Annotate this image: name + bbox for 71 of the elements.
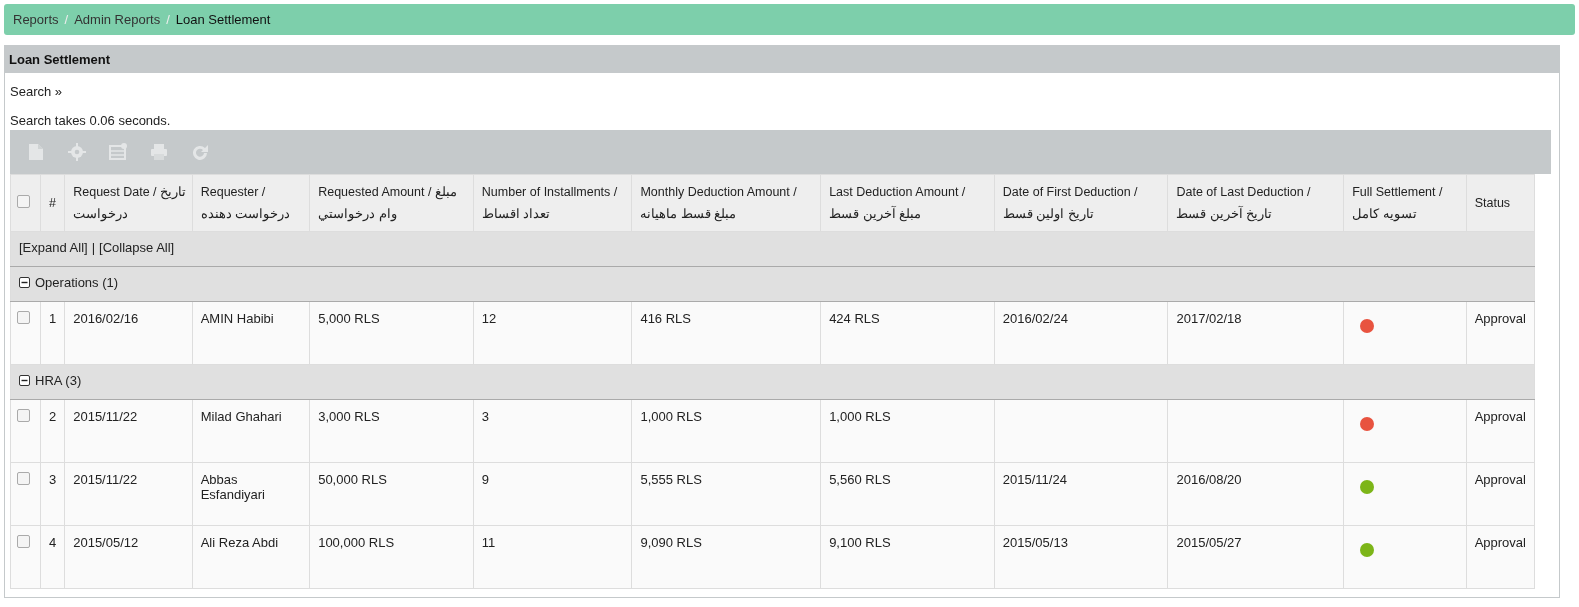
column-header: Requester / درخواست دهنده: [192, 174, 310, 232]
expand-all-link[interactable]: [Expand All]: [19, 240, 88, 255]
table-cell: Approval: [1474, 409, 1526, 424]
table-cell: 1,000 RLS: [829, 409, 891, 424]
row-number: 2: [49, 409, 57, 424]
column-header: Date of Last Deduction / تاريخ آخرين قسط: [1168, 174, 1344, 232]
table-cell: 11: [481, 535, 496, 550]
row-number: 1: [49, 311, 57, 326]
table-cell: 2015/11/22: [73, 409, 138, 424]
column-header: Full Settlement / تسويه كامل: [1343, 174, 1467, 232]
column-header: Requested Amount / مبلغ وام درخواستي: [309, 174, 474, 232]
print-icon[interactable]: [149, 142, 169, 162]
table-cell: 2016/08/20: [1176, 472, 1242, 487]
table-cell: 2015/05/12: [73, 535, 139, 550]
panel-title: Loan Settlement: [5, 46, 1559, 73]
search-time-text: Search takes 0.06 seconds.: [10, 113, 172, 128]
group-label: HRA (3): [35, 373, 82, 388]
table-cell: 2015/11/22: [73, 472, 138, 487]
column-header: Date of First Deduction / تاريخ اولين قسط: [994, 174, 1168, 232]
table-cell: 9,090 RLS: [640, 535, 702, 550]
table-cell: 12: [481, 311, 497, 326]
column-header: Number of Installments / تعداد اقساط: [473, 174, 632, 232]
checkbox[interactable]: [17, 535, 30, 548]
table-cell: 2015/05/27: [1176, 535, 1242, 550]
column-header: Monthly Deduction Amount / مبلغ قسط ماهيانه: [631, 174, 821, 232]
table-cell: AMIN Habibi: [200, 311, 274, 326]
table-cell: 2015/11/24: [1002, 472, 1067, 487]
table-cell: 2015/05/13: [1002, 535, 1068, 550]
table-cell: Milad Ghahari: [200, 409, 282, 424]
checkbox[interactable]: [17, 409, 30, 422]
row-number: 3: [49, 472, 57, 487]
table-cell: 5,560 RLS: [829, 472, 891, 487]
table-cell: 9,100 RLS: [829, 535, 891, 550]
table-cell: 3,000 RLS: [318, 409, 380, 424]
table-cell: 1,000 RLS: [640, 409, 702, 424]
checkbox[interactable]: [17, 472, 30, 485]
table-cell: 100,000 RLS: [318, 535, 395, 550]
row-number: 4: [49, 535, 57, 550]
breadcrumb-separator: /: [166, 12, 170, 27]
table-cell: 50,000 RLS: [318, 472, 387, 487]
table-cell: Approval: [1474, 311, 1526, 326]
table-cell: Approval: [1474, 472, 1526, 487]
breadcrumb-link[interactable]: Admin Reports: [74, 12, 161, 27]
table-icon[interactable]: [108, 142, 128, 162]
checkbox[interactable]: [17, 195, 30, 208]
column-header: Status: [1466, 174, 1535, 232]
table-cell: 3: [481, 409, 490, 424]
table-cell: 2016/02/16: [73, 311, 139, 326]
table-cell: 416 RLS: [640, 311, 691, 326]
column-header: Last Deduction Amount / مبلغ آخرين قسط: [820, 174, 995, 232]
column-header: #: [40, 174, 65, 232]
breadcrumb-link[interactable]: Reports: [13, 12, 59, 27]
column-header: Request Date / تاريخ درخواست: [64, 174, 193, 232]
breadcrumb-separator: /: [64, 12, 69, 27]
table-cell: 2017/02/18: [1176, 311, 1242, 326]
table-cell: 5,555 RLS: [640, 472, 702, 487]
table-cell: Ali Reza Abdi: [200, 535, 279, 550]
table-cell: 5,000 RLS: [318, 311, 380, 326]
document-icon[interactable]: [26, 142, 46, 162]
table-cell: 9: [481, 472, 490, 487]
group-label: Operations (1): [35, 275, 119, 290]
table-cell: Approval: [1474, 535, 1526, 550]
table-cell: Abbas Esfandiyari: [200, 472, 265, 502]
collapse-toggle-icon[interactable]: [19, 277, 30, 288]
search-link[interactable]: Search »: [10, 84, 1551, 104]
table-cell: 2016/02/24: [1002, 311, 1068, 326]
collapse-toggle-icon[interactable]: [19, 375, 30, 386]
link-separator: |: [91, 240, 96, 255]
table-cell: 424 RLS: [829, 311, 880, 326]
collapse-all-link[interactable]: [Collapse All]: [99, 240, 175, 255]
checkbox[interactable]: [17, 311, 30, 324]
